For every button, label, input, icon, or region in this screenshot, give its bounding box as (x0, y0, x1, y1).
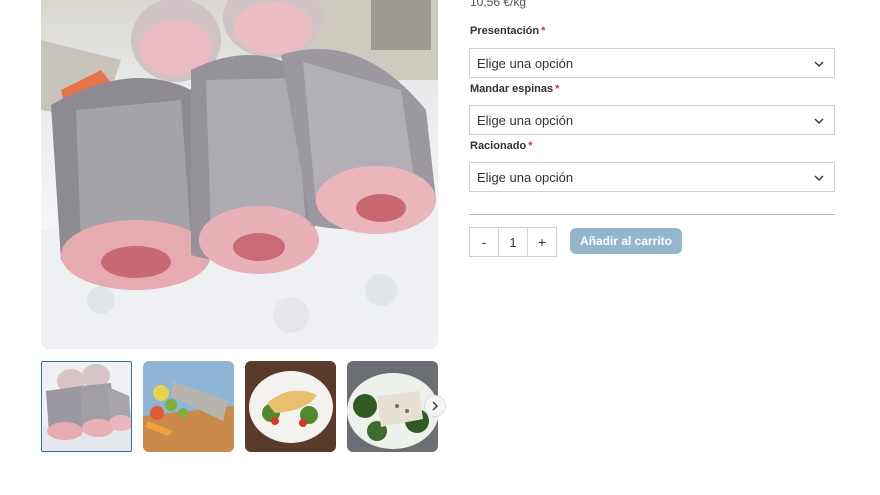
required-mark: * (528, 140, 533, 152)
thumbnail-fish-vegetables[interactable] (143, 361, 234, 452)
select-mandar-espinas[interactable]: Elige una opción (469, 105, 835, 135)
fish-on-ice-photo (41, 0, 438, 349)
product-main-image[interactable] (41, 0, 438, 349)
chevron-right-icon (432, 401, 438, 411)
chevron-down-icon (814, 118, 824, 124)
label-racionado: Racionado * (470, 140, 533, 152)
chevron-down-icon (814, 61, 824, 67)
select-value: Elige una opción (477, 55, 574, 71)
increment-button[interactable]: + (528, 228, 556, 256)
fish-fillets-thumb-image (41, 361, 132, 452)
add-to-cart-button[interactable]: Añadir al carrito (570, 228, 682, 254)
gallery-next-button[interactable] (424, 395, 446, 417)
fish-vegetables-thumb-image (143, 361, 234, 452)
label-presentacion: Presentación * (470, 25, 545, 37)
fish-plate-salad-thumb-image (245, 361, 336, 452)
select-value: Elige una opción (477, 169, 574, 185)
divider (469, 214, 835, 215)
label-text: Racionado (470, 140, 527, 152)
label-mandar-espinas: Mandar espinas * (470, 83, 559, 95)
required-mark: * (541, 25, 546, 37)
required-mark: * (555, 83, 560, 95)
quantity-input[interactable]: 1 (498, 228, 528, 256)
gallery-thumbnails (41, 361, 438, 453)
label-text: Presentación (470, 25, 540, 37)
quantity-stepper: - 1 + (469, 227, 557, 257)
thumbnail-fish-fillets[interactable] (41, 361, 132, 452)
label-text: Mandar espinas (470, 83, 554, 95)
chevron-down-icon (814, 175, 824, 181)
decrement-button[interactable]: - (470, 228, 498, 256)
select-presentacion[interactable]: Elige una opción (469, 48, 835, 78)
product-price: 10,56 €/kg (470, 0, 527, 9)
select-value: Elige una opción (477, 112, 574, 128)
thumbnail-fish-plate-salad[interactable] (245, 361, 336, 452)
select-racionado[interactable]: Elige una opción (469, 162, 835, 192)
